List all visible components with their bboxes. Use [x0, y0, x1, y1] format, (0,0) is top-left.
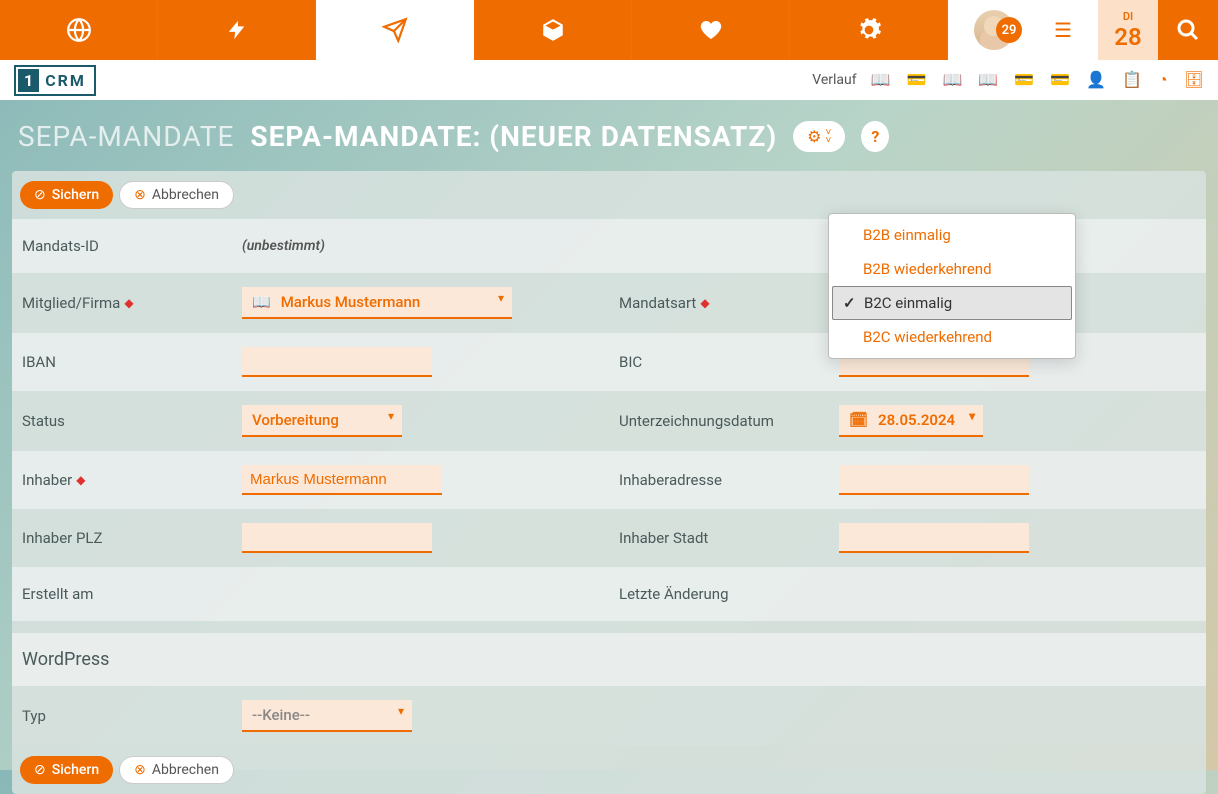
- cancel-button[interactable]: ⊗ Abbrechen: [119, 181, 234, 209]
- save-button[interactable]: ⊘ Sichern: [20, 181, 113, 209]
- help-button[interactable]: ?: [861, 121, 889, 152]
- wordpress-section-title: WordPress: [12, 633, 1206, 686]
- sign-date-label: Unterzeichnungsdatum: [609, 391, 829, 451]
- history-icons: 📖 💳 📖 📖 💳 💳 👤 📋 ◔ 🗄: [871, 70, 1204, 90]
- form-panel: ⊘ Sichern ⊗ Abbrechen Mandats-ID (unbest…: [12, 171, 1206, 794]
- nav-send[interactable]: [316, 0, 474, 60]
- typ-label: Typ: [12, 686, 232, 746]
- dropdown-option-b2b-einmalig[interactable]: B2B einmalig: [829, 218, 1075, 252]
- owner-city-input[interactable]: [839, 523, 1029, 553]
- top-nav: 29 ☰ DI 28: [0, 0, 1218, 60]
- dropdown-option-b2c-wiederkehrend[interactable]: B2C wiederkehrend: [829, 320, 1075, 354]
- nav-gear[interactable]: [790, 0, 948, 60]
- required-icon: ◆: [700, 296, 709, 310]
- nav-date[interactable]: DI 28: [1098, 0, 1158, 60]
- mandate-id-label: Mandats-ID: [12, 219, 232, 273]
- owner-plz-input[interactable]: [242, 523, 432, 553]
- owner-label: Inhaber◆: [12, 451, 232, 509]
- typ-select[interactable]: --Keine--: [242, 700, 412, 732]
- gear-icon: ⚙: [807, 127, 821, 146]
- owner-input[interactable]: [242, 465, 442, 495]
- calc-icon[interactable]: 🗄: [1184, 70, 1204, 90]
- sign-date-input[interactable]: 🗓 28.05.2024: [839, 405, 983, 437]
- dropdown-option-b2b-wiederkehrend[interactable]: B2B wiederkehrend: [829, 252, 1075, 286]
- save-label: Sichern: [52, 762, 99, 778]
- bic-label: BIC: [609, 333, 829, 391]
- nav-heart[interactable]: [632, 0, 790, 60]
- dropdown-option-b2c-einmalig[interactable]: B2C einmalig: [832, 286, 1072, 320]
- page-title-bar: SEPA-MANDATE SEPA-MANDATE: (NEUER DATENS…: [0, 100, 1218, 171]
- card-icon[interactable]: 💳: [907, 70, 927, 90]
- card-icon-3[interactable]: 💳: [1050, 70, 1070, 90]
- calendar-icon: 🗓: [849, 411, 868, 429]
- nav-package[interactable]: [474, 0, 632, 60]
- owner-addr-label: Inhaberadresse: [609, 451, 829, 509]
- book-icon-3[interactable]: 📖: [978, 70, 998, 90]
- modified-label: Letzte Änderung: [609, 567, 829, 621]
- date-dow: DI: [1123, 10, 1133, 23]
- check-icon: ⊘: [34, 187, 46, 203]
- page-title: SEPA-MANDATE SEPA-MANDATE: (NEUER DATENS…: [18, 120, 777, 153]
- status-select[interactable]: Vorbereitung: [242, 405, 402, 437]
- save-label: Sichern: [52, 187, 99, 203]
- mandatsart-dropdown: B2B einmalig B2B wiederkehrend B2C einma…: [828, 213, 1076, 359]
- pie-icon[interactable]: ◔: [1158, 70, 1168, 90]
- nav-bolt[interactable]: [158, 0, 316, 60]
- book-icon: 📖: [252, 293, 271, 311]
- person-icon[interactable]: 👤: [1086, 70, 1106, 90]
- member-select[interactable]: 📖 Markus Mustermann: [242, 287, 512, 319]
- logo-text: CRM: [45, 71, 86, 90]
- nav-search[interactable]: [1158, 0, 1218, 60]
- date-day: 28: [1114, 23, 1141, 51]
- typ-value: --Keine--: [252, 706, 310, 724]
- mandate-id-value: (unbestimmt): [242, 238, 325, 254]
- cancel-button-bottom[interactable]: ⊗ Abbrechen: [119, 756, 234, 784]
- status-value: Vorbereitung: [252, 411, 339, 429]
- close-icon: ⊗: [134, 762, 146, 778]
- hamburger-icon[interactable]: ☰: [1054, 18, 1072, 42]
- cancel-label: Abbrechen: [152, 187, 219, 203]
- book-icon[interactable]: 📖: [871, 70, 891, 90]
- status-label: Status: [12, 391, 232, 451]
- chevron-down-icon: ˅˅: [826, 129, 832, 145]
- save-button-bottom[interactable]: ⊘ Sichern: [20, 756, 113, 784]
- created-label: Erstellt am: [12, 567, 232, 621]
- close-icon: ⊗: [134, 187, 146, 203]
- member-label: Mitglied/Firma◆: [12, 273, 232, 333]
- sub-bar: 1 CRM Verlauf 📖 💳 📖 📖 💳 💳 👤 📋 ◔ 🗄: [0, 60, 1218, 100]
- nav-globe[interactable]: [0, 0, 158, 60]
- owner-plz-label: Inhaber PLZ: [12, 509, 232, 567]
- action-bar-top: ⊘ Sichern ⊗ Abbrechen: [12, 171, 1206, 219]
- action-bar-bottom: ⊘ Sichern ⊗ Abbrechen: [12, 746, 1206, 794]
- gear-dropdown-button[interactable]: ⚙ ˅˅: [793, 121, 845, 152]
- logo-box: 1: [18, 69, 39, 92]
- required-icon: ◆: [124, 296, 133, 310]
- member-value: Markus Mustermann: [281, 293, 420, 311]
- owner-addr-input[interactable]: [839, 465, 1029, 495]
- notification-badge: 29: [996, 17, 1022, 43]
- check-icon: ⊘: [34, 762, 46, 778]
- record-name: SEPA-MANDATE: (NEUER DATENSATZ): [250, 120, 777, 153]
- nav-user[interactable]: 29 ☰: [948, 0, 1098, 60]
- iban-label: IBAN: [12, 333, 232, 391]
- card-icon-2[interactable]: 💳: [1014, 70, 1034, 90]
- mandatsart-label: Mandatsart◆: [609, 273, 829, 333]
- book-icon-2[interactable]: 📖: [942, 70, 962, 90]
- logo[interactable]: 1 CRM: [14, 65, 96, 96]
- owner-city-label: Inhaber Stadt: [609, 509, 829, 567]
- cancel-label: Abbrechen: [152, 762, 219, 778]
- required-icon: ◆: [76, 473, 85, 487]
- sign-date-value: 28.05.2024: [878, 411, 955, 429]
- iban-input[interactable]: [242, 347, 432, 377]
- clipboard-icon[interactable]: 📋: [1122, 70, 1142, 90]
- verlauf-label: Verlauf: [812, 72, 856, 88]
- module-name: SEPA-MANDATE: [18, 120, 234, 153]
